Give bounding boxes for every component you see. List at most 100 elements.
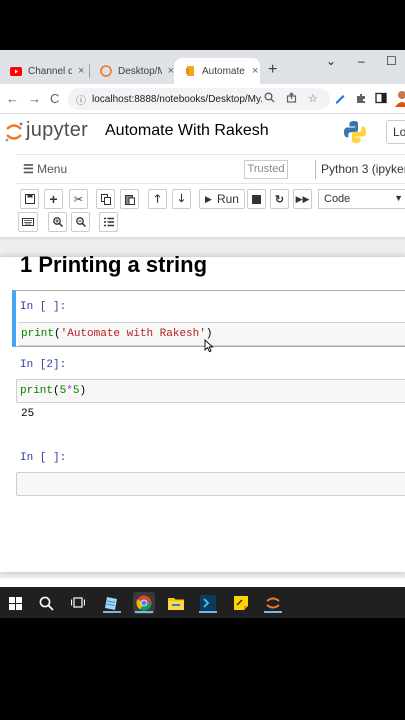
zoom-icon[interactable]: [264, 92, 275, 106]
zoom-out-icon: [75, 217, 86, 227]
fast-forward-icon: ▶▶: [295, 193, 310, 204]
cut-button[interactable]: ✂: [69, 189, 88, 209]
mouse-pointer-icon: [204, 339, 214, 353]
notebook-toolbar: + ✂ 🡑 🡓 ▶ Run ↻ ▶▶ Code ▼: [16, 187, 405, 237]
maximize-icon[interactable]: ☐: [386, 54, 397, 68]
zoom-in-button[interactable]: [48, 212, 67, 232]
kernel-indicator[interactable]: Python 3 (ipykerne: [321, 162, 405, 176]
restart-run-all-button[interactable]: ▶▶: [293, 189, 312, 209]
tab-automate-with-rakesh[interactable]: Automate W ×: [174, 58, 260, 84]
tab-channel-dashboard[interactable]: Channel das ×: [0, 58, 90, 84]
save-button[interactable]: [20, 189, 39, 209]
copy-button[interactable]: [96, 189, 115, 209]
taskbar-jupyter[interactable]: [262, 592, 284, 614]
section-heading[interactable]: 1 Printing a string: [20, 252, 207, 278]
avatar[interactable]: [394, 89, 405, 110]
task-view-button[interactable]: [67, 592, 89, 614]
menu-button[interactable]: ☰ Menu: [23, 162, 67, 176]
code-cell[interactable]: In [2]: print(5*5) 25: [12, 352, 405, 432]
extensions-icon[interactable]: [355, 92, 367, 107]
jupyter-logo-icon[interactable]: [4, 120, 24, 144]
side-panel-icon[interactable]: [375, 92, 387, 107]
taskbar-terminal[interactable]: [197, 592, 219, 614]
run-label: Run: [216, 192, 239, 206]
restart-button[interactable]: ↻: [270, 189, 289, 209]
task-view-icon: [71, 597, 85, 608]
browser-tab-strip: Channel das × Desktop/My × Automate W × …: [0, 50, 405, 84]
toc-button[interactable]: [99, 212, 118, 232]
divider: [315, 160, 316, 179]
input-prompt: In [2]:: [20, 359, 67, 371]
code-token: print: [20, 385, 54, 397]
python-logo-icon: [344, 121, 366, 143]
share-icon[interactable]: [286, 92, 297, 106]
taskbar-notepad[interactable]: [101, 592, 123, 614]
close-icon[interactable]: ×: [78, 65, 84, 77]
notepad-icon: [105, 597, 117, 610]
code-input[interactable]: [16, 472, 405, 496]
active-indicator: [264, 611, 282, 613]
code-token: print: [21, 328, 55, 340]
sticky-note-icon: [234, 596, 248, 610]
interrupt-button[interactable]: [247, 189, 266, 209]
address-bar-row: ← → C ⓘ localhost:8888/notebooks/Desktop…: [0, 84, 405, 114]
paste-icon: [124, 194, 135, 205]
back-button[interactable]: ←: [6, 91, 19, 106]
taskbar-file-explorer[interactable]: [165, 592, 187, 614]
keyboard-icon: [22, 218, 34, 226]
play-icon: ▶: [205, 193, 212, 204]
search-button[interactable]: [35, 592, 57, 614]
run-button[interactable]: ▶ Run: [199, 189, 245, 209]
copy-icon: [100, 193, 111, 205]
command-palette-button[interactable]: [18, 212, 38, 232]
input-prompt: In [ ]:: [20, 452, 67, 464]
move-up-button[interactable]: 🡑: [148, 189, 167, 209]
close-icon[interactable]: ×: [252, 65, 258, 77]
active-indicator: [135, 611, 153, 613]
url-bar[interactable]: ⓘ localhost:8888/notebooks/Desktop/My...…: [68, 88, 330, 110]
notebook-title[interactable]: Automate With Rakesh: [105, 122, 269, 140]
save-icon: [24, 194, 35, 204]
reload-button[interactable]: C: [50, 91, 59, 106]
jupyter-icon: [100, 65, 112, 77]
code-cell[interactable]: In [ ]:: [12, 446, 405, 501]
plus-icon: +: [49, 191, 58, 207]
paste-button[interactable]: [120, 189, 139, 209]
restart-icon: ↻: [274, 193, 285, 206]
scissors-icon: ✂: [73, 193, 84, 206]
new-tab-button[interactable]: +: [268, 61, 277, 79]
forward-button[interactable]: →: [28, 91, 41, 106]
jupyter-logo-text[interactable]: jupyter: [26, 119, 88, 142]
jupyter-icon: [266, 597, 280, 609]
cell-type-select[interactable]: Code ▼: [318, 189, 405, 209]
youtube-icon: [10, 65, 22, 77]
pen-extension-icon[interactable]: [334, 92, 346, 107]
zoom-out-button[interactable]: [71, 212, 90, 232]
taskbar-chrome[interactable]: [133, 592, 155, 614]
cell-type-value: Code: [324, 193, 351, 205]
letterbox-bottom: [0, 618, 405, 720]
menu-label: Menu: [37, 162, 68, 176]
code-token: *: [66, 385, 73, 397]
url-text: localhost:8888/notebooks/Desktop/My...: [92, 93, 262, 105]
star-icon[interactable]: ☆: [308, 92, 318, 105]
info-icon[interactable]: ⓘ: [76, 92, 86, 107]
active-indicator: [103, 611, 121, 613]
insert-cell-button[interactable]: +: [44, 189, 63, 209]
minimize-icon[interactable]: –: [358, 54, 365, 68]
code-token: 'Automate with Rakesh': [60, 328, 206, 340]
terminal-icon: [200, 595, 216, 611]
collapse-icon[interactable]: ⌄: [326, 54, 336, 68]
move-down-button[interactable]: 🡓: [172, 189, 191, 209]
hamburger-icon: ☰: [23, 162, 34, 176]
trusted-badge[interactable]: Trusted: [244, 160, 288, 179]
code-input[interactable]: print(5*5): [16, 379, 405, 403]
chevron-down-icon: ▼: [394, 193, 403, 203]
tab-desktop-notebooks[interactable]: Desktop/My ×: [90, 58, 174, 84]
taskbar-sticky-notes[interactable]: [230, 592, 252, 614]
taskbar: [0, 587, 405, 618]
arrow-down-icon: 🡓: [178, 192, 185, 205]
cell-output: 25: [21, 408, 35, 420]
start-button[interactable]: [4, 592, 26, 614]
logout-button[interactable]: Lo: [386, 120, 405, 144]
